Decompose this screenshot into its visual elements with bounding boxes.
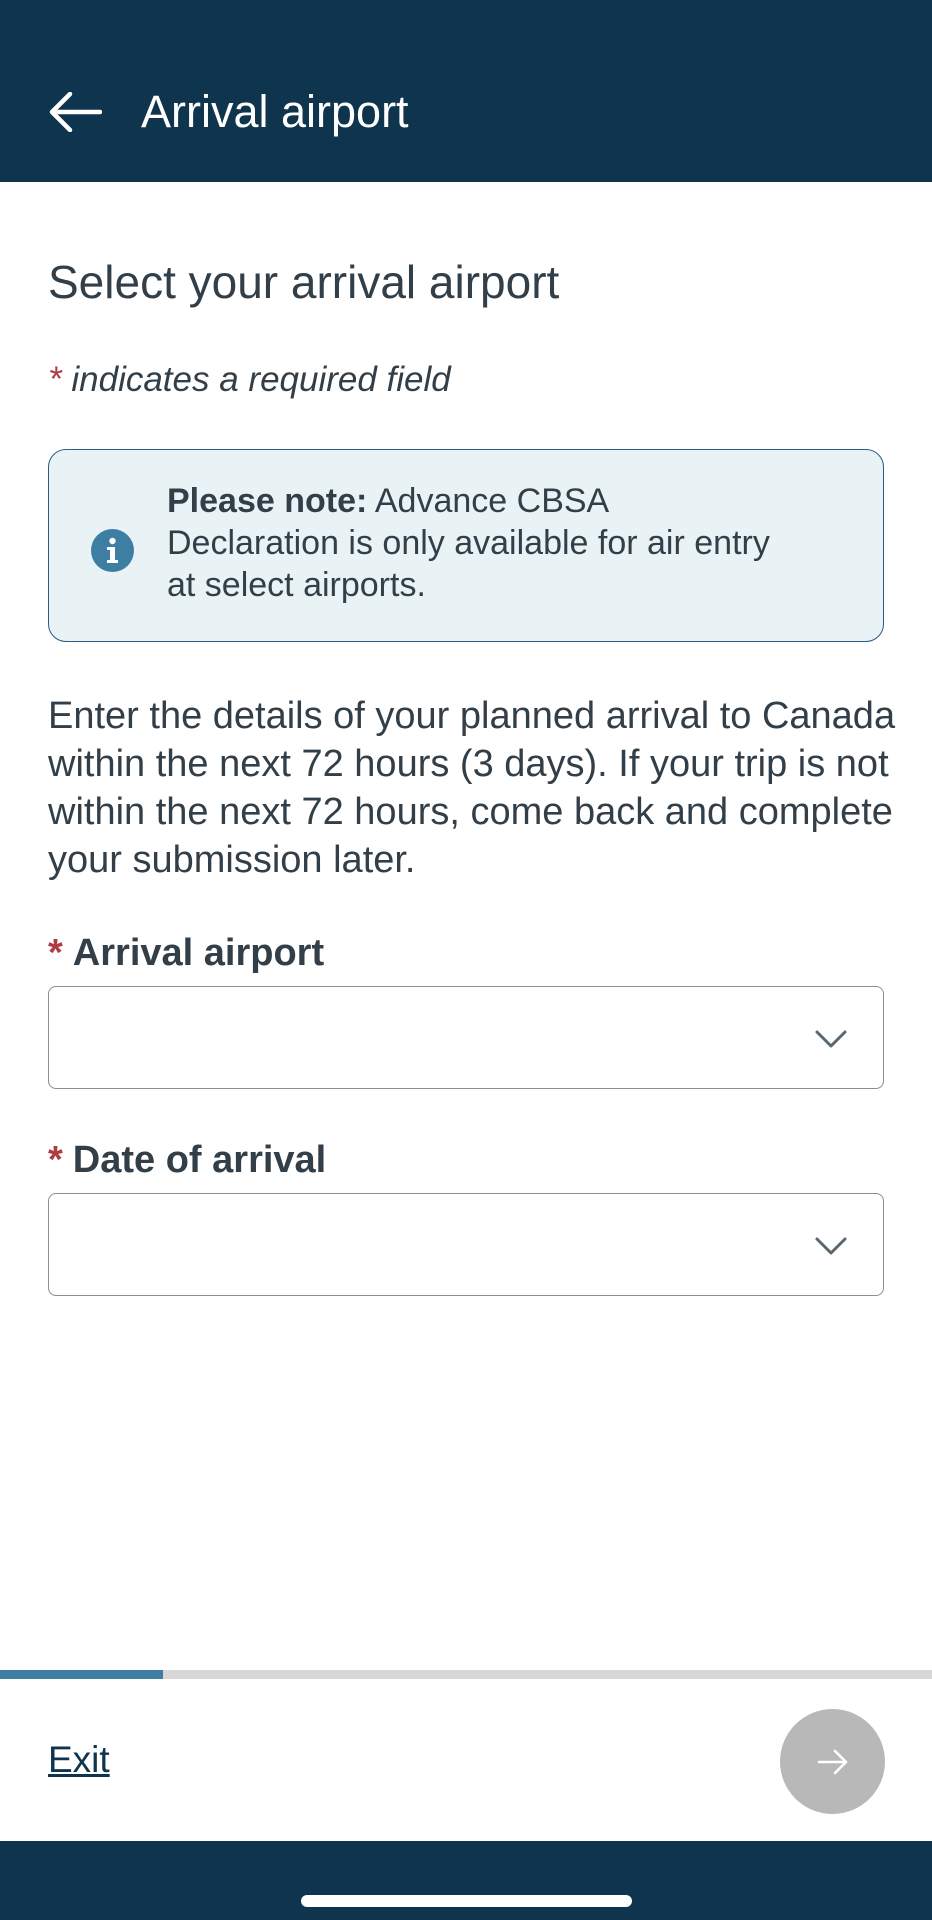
info-note-text: Please note: Advance CBSA Declaration is… [167,480,787,606]
date-of-arrival-label-text: Date of arrival [72,1139,327,1181]
info-icon [91,529,134,572]
arrow-left-icon [49,92,102,132]
required-star: * [48,932,63,974]
arrival-airport-label-text: Arrival airport [72,932,325,974]
header-title: Arrival airport [141,86,409,137]
date-of-arrival-select[interactable] [48,1193,884,1296]
app-header: Arrival airport [0,0,932,182]
chevron-down-icon [815,1237,847,1255]
required-field-note: * indicates a required field [48,355,451,405]
home-indicator[interactable] [301,1895,632,1907]
progress-bar [0,1670,932,1679]
arrival-airport-select[interactable] [48,986,884,1089]
date-of-arrival-label: * Date of arrival [48,1135,326,1185]
exit-link[interactable]: Exit [48,1735,110,1785]
back-button[interactable] [40,80,110,144]
page-title: Select your arrival airport [48,256,560,308]
system-nav-bar [0,1841,932,1920]
required-star: * [48,360,62,399]
arrow-right-icon [817,1749,847,1774]
info-note-box: Please note: Advance CBSA Declaration is… [48,449,884,642]
chevron-down-icon [815,1030,847,1048]
note-bold-prefix: Please note: [167,482,368,520]
arrival-airport-label: * Arrival airport [48,928,324,978]
next-button[interactable] [780,1709,885,1814]
intro-paragraph: Enter the details of your planned arriva… [48,695,896,881]
required-note-text: indicates a required field [71,360,451,399]
progress-fill [0,1670,164,1679]
required-star: * [48,1139,63,1181]
